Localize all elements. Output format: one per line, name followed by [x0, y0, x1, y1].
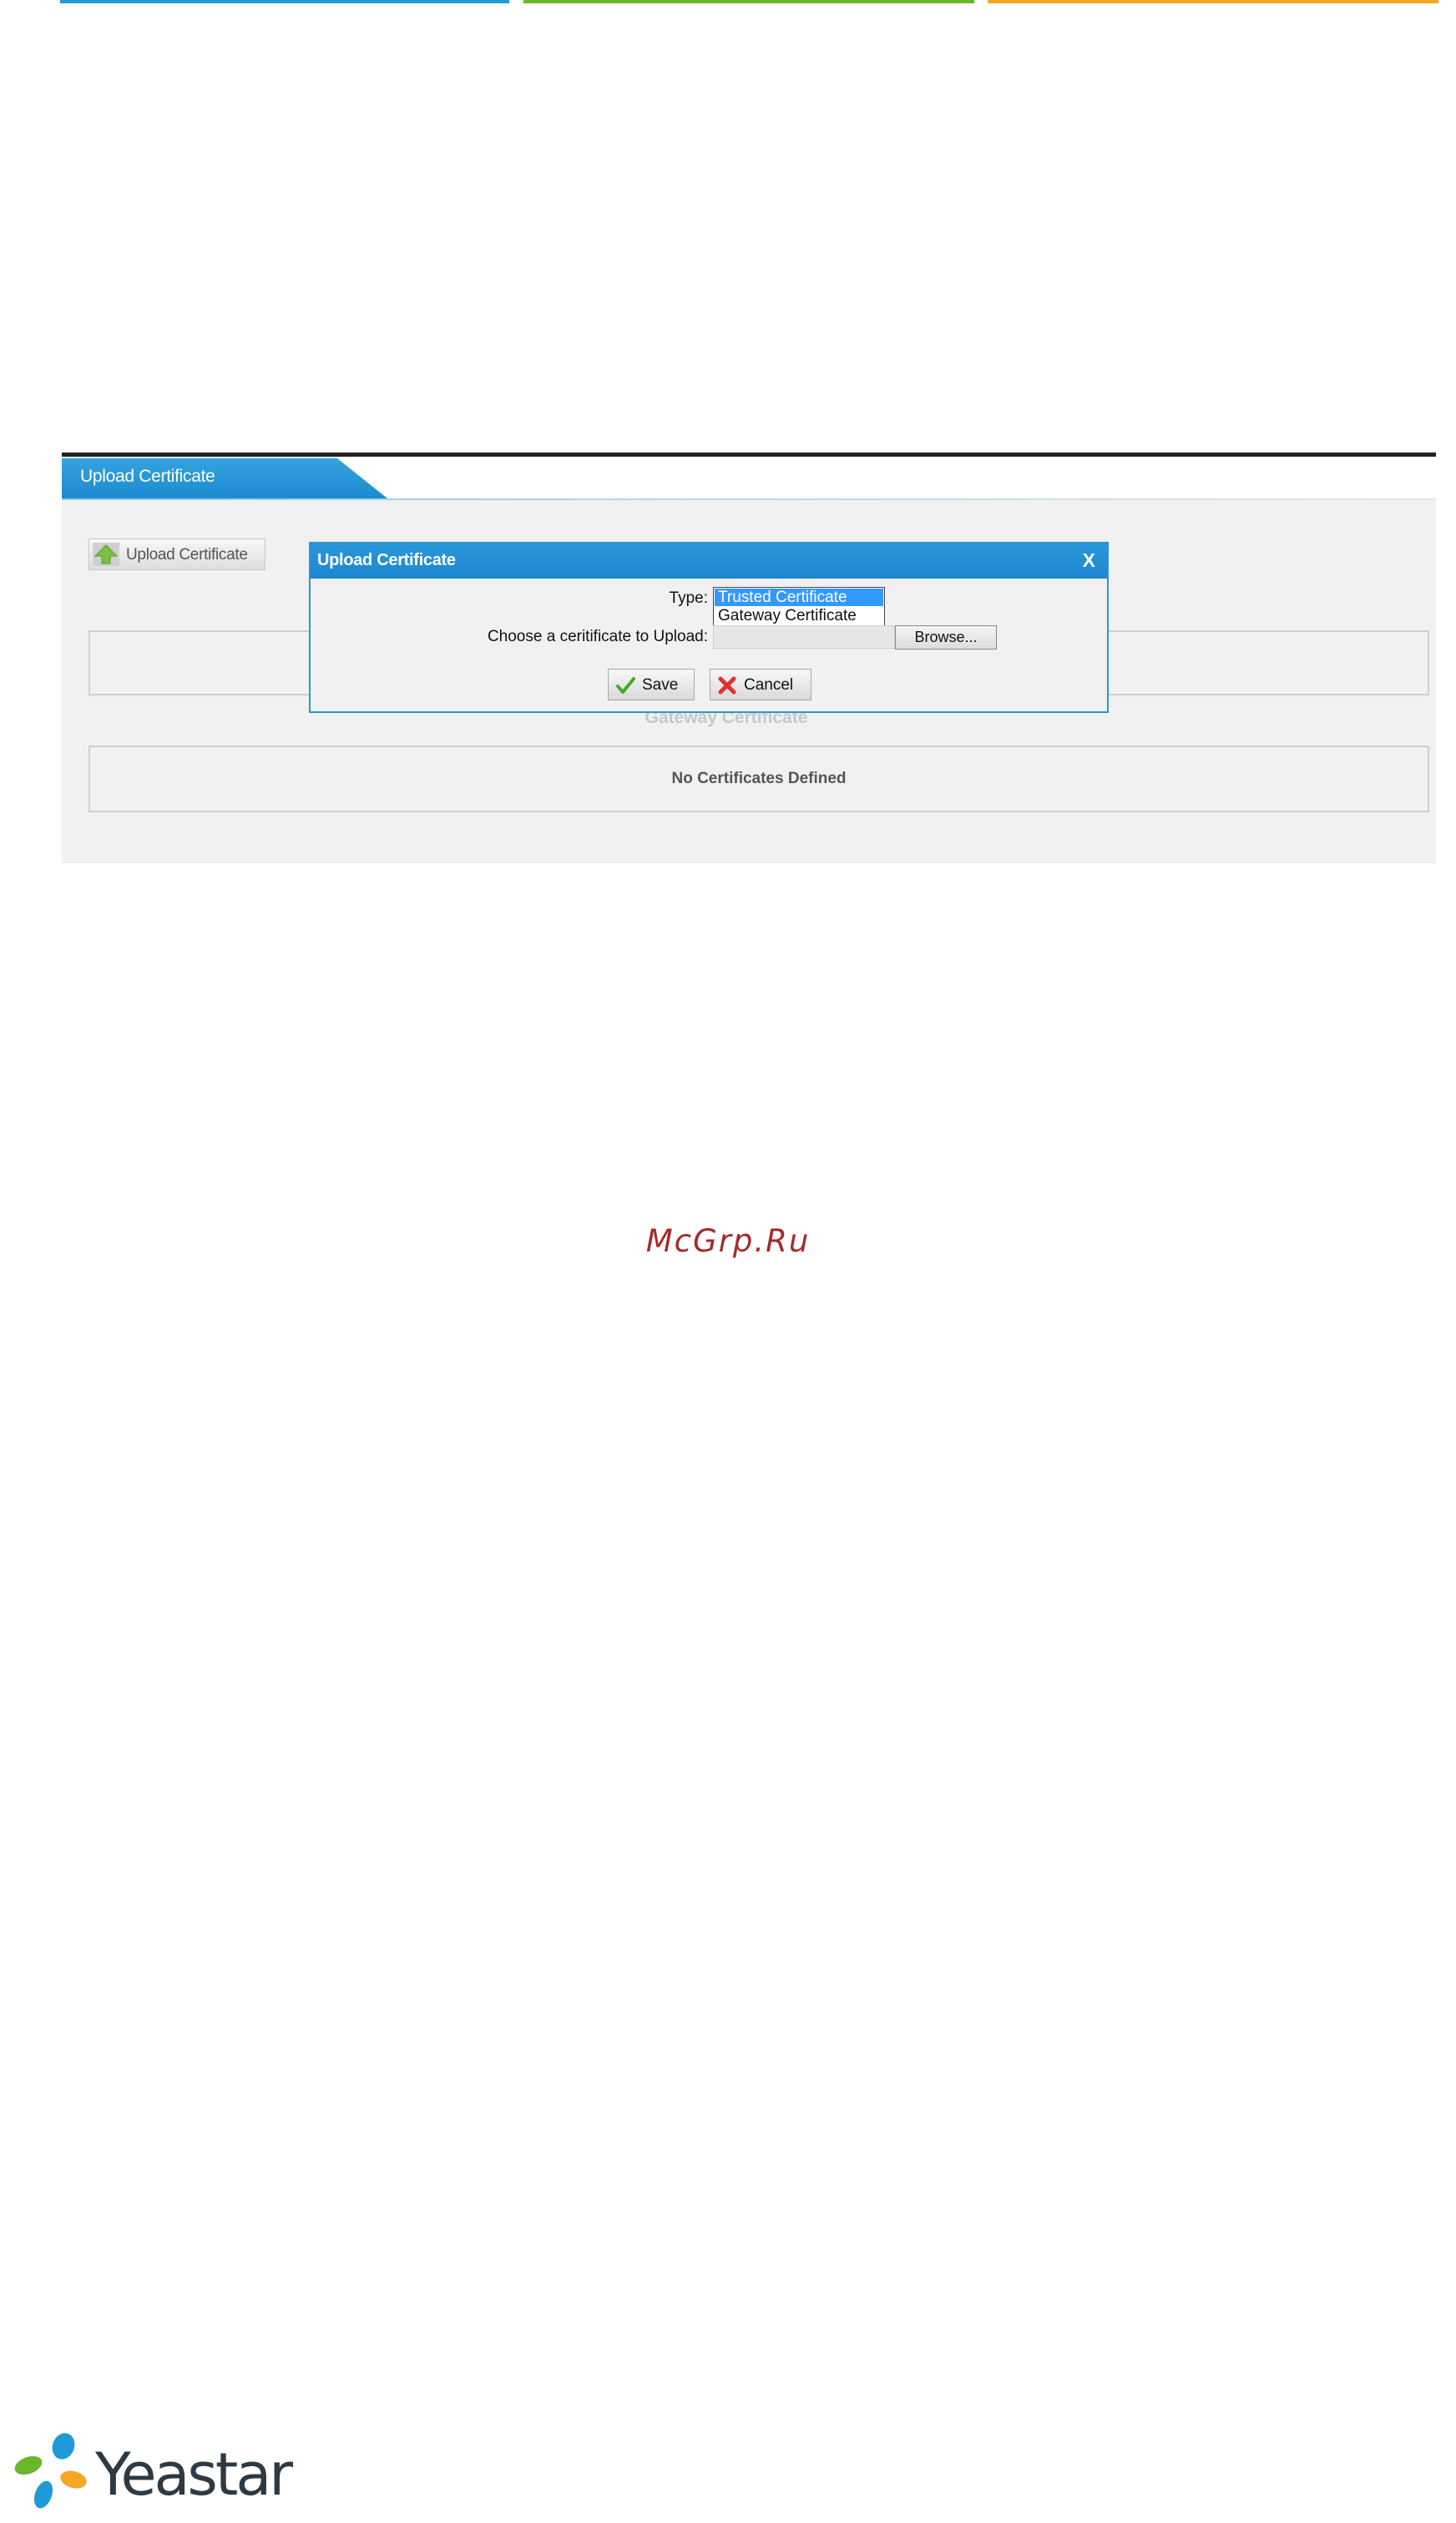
- choose-certificate-label: Choose a ceritificate to Upload:: [487, 628, 708, 645]
- cancel-button[interactable]: Cancel: [710, 669, 811, 700]
- type-option-gateway[interactable]: Gateway Certificate: [715, 607, 883, 624]
- empty-list-message: No Certificates Defined: [671, 770, 847, 787]
- type-label: Type:: [669, 589, 708, 607]
- save-label: Save: [642, 676, 679, 694]
- upload-arrow-icon: [93, 543, 119, 566]
- dialog-title-bar: Upload Certificate X: [311, 544, 1107, 579]
- tab-underline: [62, 498, 1436, 500]
- dialog-title: Upload Certificate: [317, 551, 456, 569]
- upload-certificate-button[interactable]: Upload Certificate: [88, 538, 265, 570]
- top-stripe-orange: [988, 0, 1438, 3]
- yeastar-logo-text: Yeastar: [95, 2440, 293, 2509]
- upload-certificate-dialog: Upload Certificate X Type: Trusted Certi…: [309, 542, 1109, 713]
- yeastar-logo: Yeastar: [12, 2428, 296, 2520]
- top-stripe-blue: [60, 0, 509, 3]
- type-select[interactable]: Trusted Certificate Gateway Certificate: [713, 587, 885, 627]
- gateway-certificate-list: No Certificates Defined: [88, 746, 1429, 812]
- cancel-label: Cancel: [744, 676, 794, 694]
- tab-label: Upload Certificate: [80, 467, 215, 486]
- checkmark-icon: [616, 677, 635, 694]
- yeastar-logo-mark: [14, 2433, 87, 2509]
- watermark-text: McGrp.Ru: [645, 1223, 811, 1259]
- browse-button[interactable]: Browse...: [895, 625, 997, 650]
- save-button[interactable]: Save: [608, 669, 695, 700]
- type-option-trusted[interactable]: Trusted Certificate: [715, 589, 883, 606]
- file-path-field[interactable]: [713, 625, 895, 649]
- cancel-x-icon: [718, 676, 736, 695]
- upload-certificate-label: Upload Certificate: [126, 546, 248, 564]
- top-stripe-green: [523, 0, 974, 3]
- close-icon[interactable]: X: [1083, 549, 1095, 572]
